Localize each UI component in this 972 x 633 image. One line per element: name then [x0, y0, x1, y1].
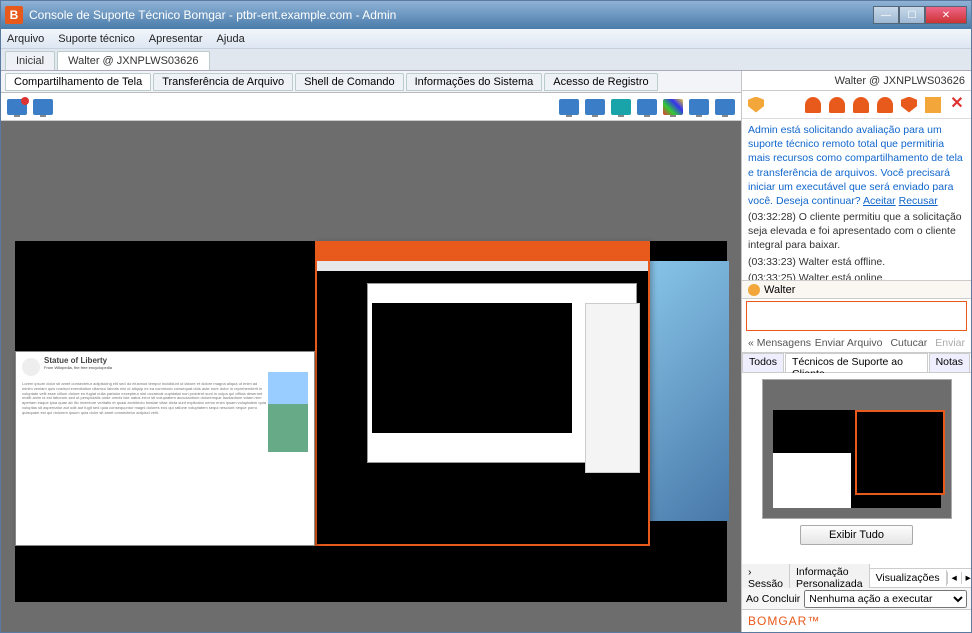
chat-input[interactable]	[746, 301, 967, 331]
add-rep-icon[interactable]	[805, 97, 821, 113]
session-tabs: Inicial Walter @ JXNPLWS03626	[1, 49, 971, 71]
chat-entry: (03:32:28) O cliente permitiu que a soli…	[748, 210, 965, 253]
menu-file[interactable]: Arquivo	[7, 33, 44, 45]
menu-support[interactable]: Suporte técnico	[58, 33, 134, 45]
info-tabs: › Sessão Informação Personalizada Visual…	[742, 568, 971, 588]
bottomtab-views[interactable]: Visualizações	[870, 570, 947, 586]
chat-entry: (03:33:23) Walter está offline.	[748, 255, 965, 269]
wiki-article-title: Statue of Liberty	[44, 356, 310, 365]
menu-present[interactable]: Apresentar	[149, 33, 203, 45]
user-icon	[748, 284, 760, 296]
screen-thumbnail[interactable]	[762, 379, 952, 519]
tool-monitor-5-icon[interactable]	[689, 99, 709, 115]
key-icon[interactable]	[901, 97, 917, 113]
subtab-registry[interactable]: Acesso de Registro	[544, 73, 657, 91]
participant-tabs: Todos Técnicos de Suporte ao Cliente Not…	[742, 353, 971, 373]
remote-background-photo	[649, 261, 729, 521]
send-file-link[interactable]: Enviar Arquivo	[815, 337, 883, 349]
nudge-link[interactable]: Cutucar	[890, 337, 927, 349]
accept-link[interactable]: Aceitar	[863, 195, 896, 207]
side-panel: Walter @ JXNPLWS03626 ✕ Admin está solic…	[741, 71, 971, 632]
tool-color-icon[interactable]	[663, 99, 683, 115]
tab-scroll-right-icon[interactable]: ▸	[961, 572, 972, 584]
chat-log[interactable]: Admin está solicitando avaliação para um…	[742, 119, 971, 281]
chat-user-name: Walter	[764, 284, 795, 296]
minimize-button[interactable]: —	[873, 6, 899, 24]
maximize-button[interactable]: ☐	[899, 6, 925, 24]
chat-actions: « Mensagens Enviar Arquivo Cutucar Envia…	[742, 333, 971, 353]
wikipedia-logo-icon	[22, 358, 40, 376]
tool-monitor-6-icon[interactable]	[715, 99, 735, 115]
chat-entry: (03:33:25) Walter está online.	[748, 271, 965, 281]
on-conclude-select[interactable]: Nenhuma ação a executar	[804, 590, 967, 608]
app-icon: B	[5, 6, 23, 24]
statue-image	[268, 372, 308, 452]
show-all-button[interactable]: Exibir Tudo	[800, 525, 913, 545]
screen-share-pane: Compartilhamento de Tela Transferência d…	[1, 71, 741, 632]
menu-help[interactable]: Ajuda	[217, 33, 245, 45]
stop-sharing-icon[interactable]	[7, 99, 27, 115]
remote-nested-bomgar-window	[315, 241, 650, 546]
minitab-reps[interactable]: Técnicos de Suporte ao Cliente	[785, 353, 928, 372]
tab-session-walter[interactable]: Walter @ JXNPLWS03626	[57, 51, 209, 70]
session-action-bar: ✕	[742, 91, 971, 119]
rep-icon-2[interactable]	[829, 97, 845, 113]
on-conclude-row: Ao Concluir Nenhuma ação a executar	[742, 588, 971, 610]
decline-link[interactable]: Recusar	[899, 195, 938, 207]
tool-monitor-2-icon[interactable]	[585, 99, 605, 115]
subtab-sysinfo[interactable]: Informações do Sistema	[406, 73, 543, 91]
elevate-icon[interactable]	[748, 97, 764, 113]
wiki-subtitle: From Wikipedia, the free encyclopedia	[44, 365, 310, 370]
subtab-shell[interactable]: Shell de Comando	[295, 73, 404, 91]
on-conclude-label: Ao Concluir	[746, 593, 800, 605]
close-button[interactable]: ✕	[925, 6, 967, 24]
menubar: Arquivo Suporte técnico Apresentar Ajuda	[1, 29, 971, 49]
tool-monitor-1-icon[interactable]	[559, 99, 579, 115]
session-label: Walter @ JXNPLWS03626	[742, 71, 971, 91]
app-window: B Console de Suporte Técnico Bomgar - pt…	[0, 0, 972, 633]
rep-icon-3[interactable]	[853, 97, 869, 113]
tab-scroll-left-icon[interactable]: ◂	[947, 572, 961, 584]
session-sub-tabs: Compartilhamento de Tela Transferência d…	[1, 71, 741, 93]
minitab-notes[interactable]: Notas	[929, 353, 970, 372]
screen-toolbar	[1, 93, 741, 121]
remote-browser-wikipedia: Statue of Liberty From Wikipedia, the fr…	[15, 351, 315, 546]
tool-monitor-3-icon[interactable]	[611, 99, 631, 115]
remote-desktop: Statue of Liberty From Wikipedia, the fr…	[15, 241, 727, 602]
chat-target-user: Walter	[742, 281, 971, 299]
remote-screen-viewport[interactable]: Statue of Liberty From Wikipedia, the fr…	[1, 121, 741, 632]
monitor-icon[interactable]	[33, 99, 53, 115]
thumbnail-panel: Exibir Tudo	[742, 373, 971, 568]
window-title: Console de Suporte Técnico Bomgar - ptbr…	[29, 8, 873, 22]
send-button[interactable]: Enviar	[935, 337, 965, 349]
titlebar[interactable]: B Console de Suporte Técnico Bomgar - pt…	[1, 1, 971, 29]
subtab-filetransfer[interactable]: Transferência de Arquivo	[153, 73, 293, 91]
messages-link[interactable]: « Mensagens	[748, 337, 811, 349]
tool-monitor-4-icon[interactable]	[637, 99, 657, 115]
chat-system-message: Admin está solicitando avaliação para um…	[748, 123, 965, 208]
minitab-all[interactable]: Todos	[742, 353, 784, 372]
subtab-screenshare[interactable]: Compartilhamento de Tela	[5, 73, 151, 91]
transfer-icon[interactable]	[925, 97, 941, 113]
tab-initial[interactable]: Inicial	[5, 51, 55, 70]
brand-logo: BOMGAR™	[742, 610, 971, 632]
end-session-icon[interactable]: ✕	[949, 97, 965, 113]
rep-icon-4[interactable]	[877, 97, 893, 113]
